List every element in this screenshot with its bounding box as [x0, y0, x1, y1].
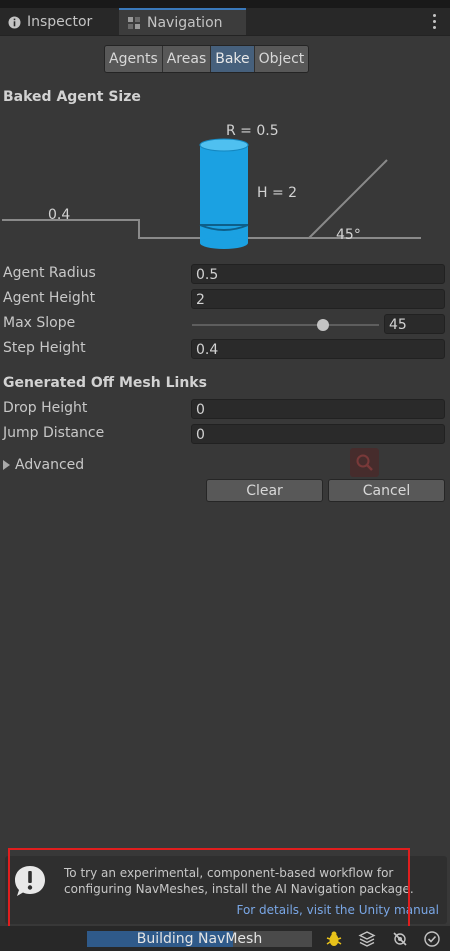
- tab-navigation-label: Navigation: [147, 14, 223, 31]
- foldout-arrow-icon: [3, 460, 10, 470]
- build-progress-label: Building NavMesh: [136, 931, 263, 947]
- agent-size-diagram: R = 0.5 H = 2 0.4 45°: [2, 123, 421, 249]
- max-slope-slider-handle[interactable]: [317, 319, 329, 331]
- agent-cylinder-bottom: [200, 237, 248, 249]
- debug-bug-icon[interactable]: [323, 929, 345, 949]
- navigation-mode-segments: Agents Areas Bake Object: [104, 45, 310, 73]
- drop-height-field[interactable]: 0: [191, 399, 445, 419]
- info-notice-box: To try an experimental, component-based …: [5, 856, 447, 924]
- max-slope-slider-track[interactable]: [192, 324, 379, 326]
- window-top-strip: [0, 0, 450, 8]
- agent-radius-label: Agent Radius: [3, 265, 96, 281]
- tab-bar: Inspector Navigation: [0, 8, 450, 36]
- cancel-button[interactable]: Cancel: [328, 479, 445, 502]
- more-options-icon[interactable]: [431, 12, 437, 30]
- warning-speech-bubble-icon: [15, 866, 45, 896]
- tab-navigation[interactable]: Navigation: [119, 8, 246, 35]
- segment-areas[interactable]: Areas: [162, 46, 212, 72]
- unity-manual-link[interactable]: For details, visit the Unity manual: [236, 903, 439, 917]
- agent-height-field[interactable]: 2: [191, 289, 445, 309]
- step-label: 0.4: [48, 207, 70, 223]
- jump-distance-label: Jump Distance: [3, 425, 105, 441]
- status-bar: Building NavMesh: [0, 926, 450, 951]
- jump-distance-field[interactable]: 0: [191, 424, 445, 444]
- layers-icon[interactable]: [356, 929, 378, 949]
- notice-message: To try an experimental, component-based …: [64, 866, 414, 896]
- drop-height-label: Drop Height: [3, 400, 88, 416]
- clear-button[interactable]: Clear: [206, 479, 323, 502]
- step-height-label: Step Height: [3, 340, 86, 356]
- segment-agents[interactable]: Agents: [105, 46, 163, 72]
- info-icon: [8, 16, 21, 28]
- agent-radius-field[interactable]: 0.5: [191, 264, 445, 284]
- agent-cylinder-top: [199, 138, 249, 152]
- slope-label: 45°: [336, 227, 361, 243]
- baked-agent-size-title: Baked Agent Size: [3, 89, 141, 105]
- search-icon: [350, 448, 379, 477]
- build-progress-bar[interactable]: Building NavMesh: [87, 931, 312, 947]
- segment-object[interactable]: Object: [254, 46, 309, 72]
- step-height-field[interactable]: 0.4: [191, 339, 445, 359]
- advanced-foldout[interactable]: Advanced: [3, 457, 84, 473]
- radius-label: R = 0.5: [226, 123, 279, 139]
- advanced-label: Advanced: [15, 457, 85, 473]
- check-circle-icon[interactable]: [421, 929, 443, 949]
- tab-inspector[interactable]: Inspector: [8, 9, 92, 35]
- height-label: H = 2: [257, 185, 297, 201]
- navigation-icon: [128, 16, 140, 29]
- segment-bake[interactable]: Bake: [211, 46, 255, 72]
- visibility-off-icon[interactable]: [389, 929, 411, 949]
- tab-inspector-label: Inspector: [27, 14, 93, 30]
- max-slope-field[interactable]: 45: [384, 314, 445, 334]
- off-mesh-links-title: Generated Off Mesh Links: [3, 375, 207, 391]
- max-slope-label: Max Slope: [3, 315, 76, 331]
- agent-height-label: Agent Height: [3, 290, 96, 306]
